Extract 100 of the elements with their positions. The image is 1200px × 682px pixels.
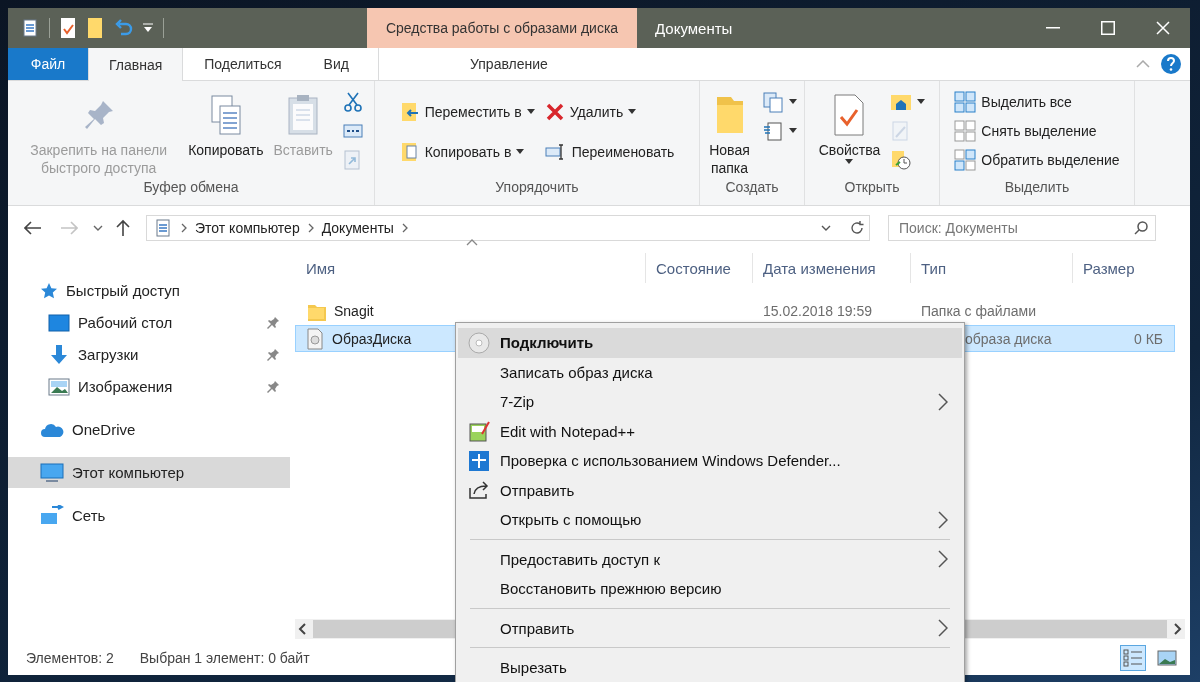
column-header[interactable]: Дата изменения <box>763 259 876 277</box>
ribbon-button[interactable]: Обратить выделение <box>951 145 1123 174</box>
properties-icon <box>20 18 40 38</box>
type-cell: образа диска <box>965 330 1052 347</box>
menu-item[interactable]: Edit with Notepad++ <box>458 416 962 446</box>
menu-item[interactable]: Предоставить доступ к <box>458 544 962 574</box>
maximize-icon <box>1100 21 1115 35</box>
ribbon-button[interactable]: Снять выделение <box>951 116 1123 145</box>
group-label: Выделить <box>1003 179 1071 197</box>
ribbon-button[interactable]: Переименовать <box>541 137 678 166</box>
nav-item[interactable]: Рабочий стол <box>8 307 290 338</box>
group-label: Создать <box>724 179 780 197</box>
download-icon <box>48 343 70 366</box>
column-header[interactable]: Размер <box>1083 259 1135 277</box>
group-label: Открыть <box>843 179 901 197</box>
ribbon-tab[interactable]: Файл <box>8 48 88 80</box>
check-page-icon <box>59 17 77 39</box>
type-cell: Папка с файлами <box>921 302 1036 319</box>
ribbon-tab[interactable]: Главная <box>88 48 184 81</box>
column-header[interactable]: Состояние <box>656 259 731 277</box>
ribbon-button[interactable]: Свойства <box>815 87 884 166</box>
menu-item[interactable]: Отправить <box>458 475 962 505</box>
desktop-icon <box>48 313 70 332</box>
menu-item[interactable]: Вырезать <box>458 653 962 682</box>
copy-to-icon <box>399 140 420 163</box>
address-field[interactable]: Этот компьютер Документы <box>146 214 870 241</box>
nav-label: Рабочий стол <box>78 314 174 331</box>
nav-item[interactable]: Загрузки <box>8 339 290 370</box>
size-cell: 0 КБ <box>1133 330 1163 347</box>
search-field[interactable]: Поиск: Документы <box>888 214 1156 241</box>
edit-icon <box>890 119 911 142</box>
contextual-tab-header: Средства работы с образами диска <box>367 8 637 48</box>
easy-access-icon <box>762 119 784 142</box>
file-row[interactable]: Snagit 15.02.2018 19:59 Папка с файлами <box>295 297 1175 324</box>
invert-selection-icon <box>954 148 977 171</box>
refresh-icon <box>850 220 864 235</box>
menu-label: Проверка с использованием Windows Defender... <box>500 452 842 470</box>
menu-label: Отправить <box>500 481 576 499</box>
nav-label: OneDrive <box>72 421 137 438</box>
nav-label: Загрузки <box>78 346 140 363</box>
ribbon-button[interactable]: Выделить все <box>951 87 1123 116</box>
menu-item[interactable]: Отправить <box>458 613 962 643</box>
nav-item[interactable]: Этот компьютер <box>8 457 290 488</box>
ribbon-button[interactable]: Переместить в <box>396 97 538 126</box>
delete-icon <box>544 101 565 122</box>
date-cell: 15.02.2018 19:59 <box>763 302 872 319</box>
breadcrumb[interactable]: Этот компьютер <box>195 219 300 236</box>
monitor-icon <box>40 462 64 483</box>
ribbon-button[interactable]: Копировать в <box>396 137 538 166</box>
select-all-icon <box>954 90 977 113</box>
menu-item[interactable]: Восстановить прежнюю версию <box>458 574 962 604</box>
disc-icon <box>468 331 490 354</box>
shield-icon <box>468 449 490 472</box>
menu-item[interactable]: Проверка с использованием Windows Defender... <box>458 446 962 476</box>
menu-label: Отправить <box>500 619 576 637</box>
details-view-button[interactable] <box>1120 645 1146 671</box>
column-header[interactable]: Тип <box>921 259 946 277</box>
menu-item[interactable]: Подключить <box>458 328 962 358</box>
nav-item[interactable]: OneDrive <box>8 414 290 445</box>
notepad-icon <box>468 420 490 443</box>
chevron-right-icon <box>307 222 314 233</box>
network-icon <box>40 504 64 527</box>
group-label: Буфер обмена <box>142 179 240 197</box>
ribbon-button[interactable]: Копировать <box>185 87 267 161</box>
tiles-view-icon <box>1157 650 1177 666</box>
document-icon <box>153 217 173 238</box>
menu-item[interactable]: Записать образ диска <box>458 357 962 387</box>
select-none-icon <box>954 119 977 142</box>
nav-item[interactable]: Сеть <box>8 500 290 531</box>
menu-item[interactable]: 7-Zip <box>458 387 962 417</box>
new-item-icon <box>762 90 784 113</box>
file-name: ОбразДиска <box>332 330 412 347</box>
cloud-icon <box>40 421 64 438</box>
column-header[interactable]: Имя <box>306 259 336 277</box>
disc-image-icon <box>306 327 324 350</box>
scissors-icon <box>342 90 363 113</box>
chevron-right-icon <box>401 222 408 233</box>
menu-label: Edit with Notepad++ <box>500 422 637 440</box>
chevron-down-icon <box>821 224 831 231</box>
undo-icon <box>113 18 133 38</box>
back-icon <box>24 220 42 235</box>
chevron-down-icon <box>93 224 103 231</box>
ribbon-button[interactable]: Новая папка <box>704 87 755 179</box>
folder-icon <box>86 17 104 39</box>
nav-item[interactable]: Изображения <box>8 371 290 402</box>
nav-label: Сеть <box>72 507 107 524</box>
menu-label: Открыть с помощью <box>500 511 643 529</box>
path-icon <box>342 122 363 139</box>
file-name: Snagit <box>334 302 374 319</box>
group-label: Упорядочить <box>494 179 580 197</box>
ribbon-button[interactable]: Удалить <box>541 97 678 126</box>
menu-label: 7-Zip <box>500 393 536 411</box>
breadcrumb[interactable]: Документы <box>321 219 394 236</box>
nav-label: Изображения <box>78 378 174 395</box>
menu-label: Записать образ диска <box>500 363 654 381</box>
move-icon <box>399 100 420 123</box>
caret-icon <box>142 23 154 33</box>
forward-icon <box>60 220 78 235</box>
nav-item[interactable]: Быстрый доступ <box>8 275 290 306</box>
menu-item[interactable]: Открыть с помощью <box>458 505 962 535</box>
